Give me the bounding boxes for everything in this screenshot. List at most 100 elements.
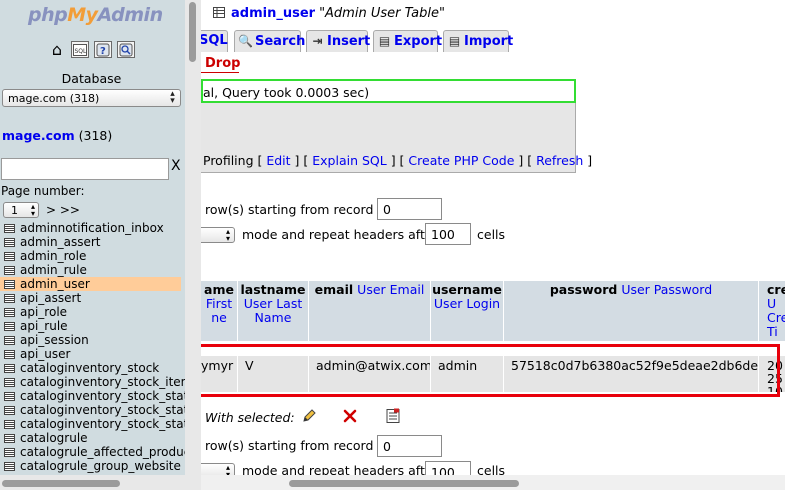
sidebar-item-api-user[interactable]: api_user [0,347,185,361]
create-php-code-link[interactable]: Create PHP Code [408,153,514,168]
sidebar-item-api-role[interactable]: api_role [0,305,185,319]
sidebar-item-label: api_assert [20,291,82,305]
select-arrows-icon: ▴▾ [225,227,230,243]
help-icon[interactable]: ? [94,41,112,58]
table-icon[interactable] [4,461,15,471]
refresh-link[interactable]: Refresh [536,153,583,168]
table-icon[interactable] [4,321,15,331]
export-icon[interactable] [385,408,401,428]
page-next-links[interactable]: > >> [46,203,80,217]
query-status-box: al, Query took 0.0003 sec) [201,79,576,103]
nav-vertical-scrollbar[interactable] [185,0,201,490]
tab-sql[interactable]: SQL [201,30,228,52]
database-link[interactable]: mage.com [2,128,75,143]
table-name-link[interactable]: admin_user [231,6,315,21]
database-select[interactable]: mage.com (318) ▴ ▾ [2,89,181,107]
table-icon[interactable] [4,265,15,275]
nav-horizontal-scrollbar[interactable] [0,475,185,490]
tab-insert[interactable]: ⇥ Insert [306,30,370,52]
page-number-select[interactable]: 1 ▴ ▾ [3,202,39,218]
database-label: Database [61,71,122,86]
table-icon[interactable] [4,237,15,247]
column-header-username[interactable]: username User Login [431,281,504,341]
export-icon: ▤ [378,34,391,48]
sidebar-item-admin-assert[interactable]: admin_assert [0,235,185,249]
sidebar-item-label: cataloginventory_stock [20,361,160,375]
sidebar-item-adminnotification-inbox[interactable]: adminnotification_inbox [0,221,185,235]
main-horizontal-scrollbar[interactable] [201,475,785,490]
phpmyadmin-logo[interactable]: phpMyAdmin [28,4,163,26]
page-title: admin_user "Admin User Table" [213,6,445,22]
profiling-label[interactable]: Profiling [203,153,254,168]
table-filter-input[interactable] [1,158,169,180]
table-comment: "Admin User Table" [319,6,445,21]
sidebar-item-cataloginventory-stock-item[interactable]: cataloginventory_stock_item [0,375,185,389]
table-icon[interactable] [4,293,15,303]
insert-icon: ⇥ [312,34,323,48]
table-icon[interactable] [4,391,15,401]
column-header-created[interactable]: cre U Cre Ti [759,281,785,341]
page-number-label: Page number: [1,184,85,198]
sidebar-item-cataloginventory-stock-status[interactable]: cataloginventory_stock_status [0,403,185,417]
scroll-thumb[interactable] [189,2,196,62]
sql-icon[interactable]: SQL [71,41,89,58]
sidebar-item-catalogrule-affected-product[interactable]: catalogrule_affected_product [0,445,185,459]
tab-export[interactable]: ▤ Export [373,30,442,52]
table-icon[interactable] [4,349,15,359]
edit-icon[interactable] [301,408,317,428]
tab-import[interactable]: ▤ Import [443,30,513,52]
scroll-thumb[interactable] [2,480,120,487]
column-name: email [314,282,354,297]
explain-sql-link[interactable]: Explain SQL [312,153,386,168]
sidebar-item-cataloginventory-stock[interactable]: cataloginventory_stock [0,361,185,375]
table-icon[interactable] [4,405,15,415]
table-icon[interactable] [4,419,15,429]
sidebar-item-label: catalogrule_group_website [20,459,181,473]
sidebar-item-cataloginventory-stock-status[interactable]: cataloginventory_stock_status [0,417,185,431]
edit-link[interactable]: Edit [266,153,290,168]
table-icon[interactable] [4,363,15,373]
start-record-input[interactable]: 0 [377,435,442,457]
tab-sql-label: SQL [201,33,228,48]
start-record-input[interactable]: 0 [377,198,442,220]
docs-icon[interactable] [117,41,135,58]
column-comment: User Last [243,296,303,311]
sidebar-item-admin-role[interactable]: admin_role [0,249,185,263]
sidebar-item-catalogrule[interactable]: catalogrule [0,431,185,445]
sidebar-item-label: catalogrule_affected_product [20,445,185,459]
sidebar-item-api-rule[interactable]: api_rule [0,319,185,333]
tab-import-label: Import [464,34,514,49]
scroll-thumb[interactable] [289,480,519,487]
sidebar-item-cataloginventory-stock-status[interactable]: cataloginventory_stock_status [0,389,185,403]
display-mode-select[interactable]: ▴▾ [201,227,235,243]
table-icon[interactable] [4,279,15,289]
tab-export-label: Export [394,34,443,49]
sidebar-item-catalogrule-group-website[interactable]: catalogrule_group_website [0,459,185,473]
sidebar-item-admin-user[interactable]: admin_user [0,277,181,291]
table-icon[interactable] [4,335,15,345]
column-header-lastname[interactable]: lastname User Last Name [238,281,309,341]
filter-clear-button[interactable]: X [171,158,181,174]
tab-drop[interactable]: Drop [205,56,240,71]
column-header-email[interactable]: email User Email [309,281,431,341]
table-icon[interactable] [4,251,15,261]
column-name: password [549,282,618,297]
column-comment: First [205,296,233,311]
repeat-headers-input[interactable]: 100 [425,223,471,245]
table-icon[interactable] [4,223,15,233]
sidebar-item-api-assert[interactable]: api_assert [0,291,185,305]
sidebar-item-admin-rule[interactable]: admin_rule [0,263,185,277]
table-icon[interactable] [4,307,15,317]
home-icon[interactable]: ⌂ [48,41,66,58]
sidebar-item-api-session[interactable]: api_session [0,333,185,347]
table-icon[interactable] [4,433,15,443]
table-icon[interactable] [4,447,15,457]
sidebar-item-label: cataloginventory_stock_status [20,403,185,417]
column-comment: U [767,296,777,311]
tab-search[interactable]: 🔍 Search [234,30,305,52]
column-header-password[interactable]: password User Password [504,281,759,341]
delete-icon[interactable] [342,408,358,428]
table-icon[interactable] [4,377,15,387]
sidebar-item-label: catalogrule [20,431,88,445]
column-header-firstname[interactable]: ame First ne [201,281,238,341]
